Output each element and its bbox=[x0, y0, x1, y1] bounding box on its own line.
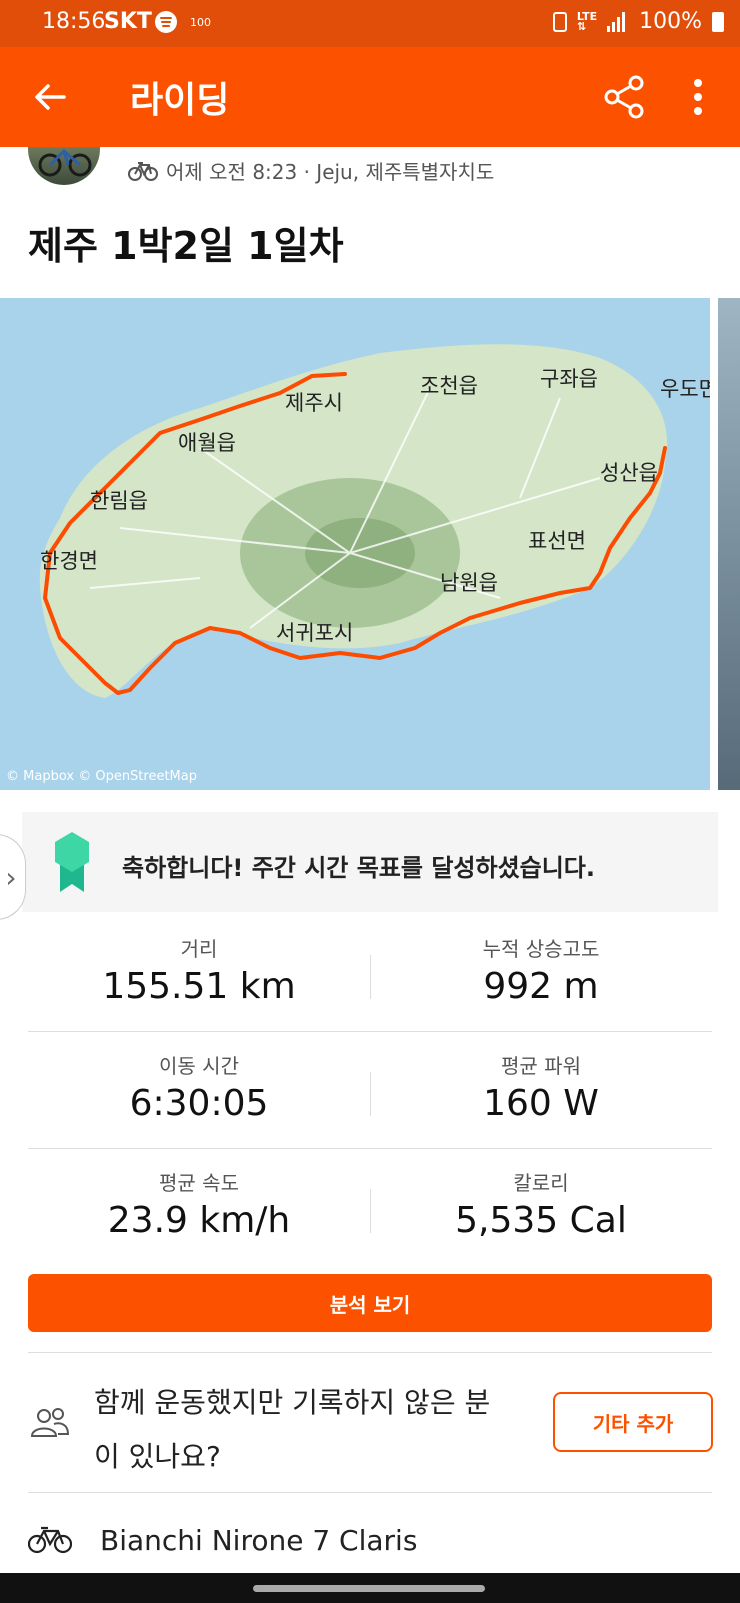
status-time: 18:56 bbox=[42, 9, 106, 34]
lte-icon: LTE ⇅ bbox=[576, 9, 598, 33]
status-small-text: 100 bbox=[190, 16, 211, 29]
app-bar: 라이딩 bbox=[0, 47, 740, 147]
map-label: 우도면 bbox=[660, 377, 710, 401]
stat-value: 23.9 km/h bbox=[107, 1200, 291, 1241]
stat-value: 155.51 km bbox=[102, 966, 296, 1007]
activity-title: 제주 1박2일 1일차 bbox=[28, 224, 344, 268]
stat-label: 평균 속도 bbox=[159, 1171, 239, 1195]
map-label: 남원읍 bbox=[440, 571, 498, 595]
map-label: 서귀포시 bbox=[276, 621, 353, 645]
signal-icon bbox=[607, 11, 629, 32]
stat-distance: 거리 155.51 km bbox=[28, 933, 370, 1007]
map-label: 애월읍 bbox=[178, 431, 236, 455]
map-canvas: 제주시 조천읍 구좌읍 우도면 애월읍 한림읍 성산읍 한경면 표선면 남원읍 … bbox=[39, 344, 710, 698]
map-attribution: © Mapbox © OpenStreetMap bbox=[6, 769, 197, 784]
system-nav-bar bbox=[0, 1573, 740, 1603]
more-options-icon[interactable] bbox=[686, 73, 710, 121]
stat-value: 5,535 Cal bbox=[455, 1200, 627, 1241]
stat-label: 이동 시간 bbox=[159, 1054, 239, 1078]
vibrate-icon bbox=[552, 11, 567, 32]
stat-value: 160 W bbox=[483, 1083, 599, 1124]
status-bar: 18:56 SKT 100 LTE ⇅ 100% bbox=[0, 0, 740, 47]
add-others-section: 함께 운동했지만 기록하지 않은 분이 있나요? 기타 추가 bbox=[28, 1370, 713, 1490]
stat-value: 992 m bbox=[483, 966, 599, 1007]
stat-elevation: 누적 상승고도 992 m bbox=[370, 933, 712, 1007]
stat-value: 6:30:05 bbox=[129, 1083, 269, 1124]
stat-label: 칼로리 bbox=[513, 1171, 569, 1195]
mountain-peak bbox=[305, 518, 415, 588]
share-icon[interactable] bbox=[600, 73, 648, 121]
bike-icon bbox=[128, 161, 158, 181]
map-label: 제주시 bbox=[285, 391, 343, 415]
battery-percent: 100% bbox=[639, 9, 702, 34]
stat-label: 누적 상승고도 bbox=[482, 937, 600, 961]
divider bbox=[28, 1492, 712, 1493]
stats-row: 거리 155.51 km 누적 상승고도 992 m bbox=[28, 915, 712, 1032]
map-label: 구좌읍 bbox=[540, 367, 598, 391]
map-label: 한경면 bbox=[40, 549, 98, 573]
gear-row[interactable]: Bianchi Nirone 7 Claris bbox=[28, 1510, 712, 1570]
stats-row: 평균 속도 23.9 km/h 칼로리 5,535 Cal bbox=[28, 1149, 712, 1265]
status-carrier: SKT bbox=[104, 9, 152, 34]
divider bbox=[28, 1352, 712, 1353]
spotify-icon bbox=[155, 11, 177, 33]
activity-meta: 어제 오전 8:23 · Jeju, 제주특별자치도 bbox=[128, 156, 494, 185]
stats-grid: 거리 155.51 km 누적 상승고도 992 m 이동 시간 6:30:05… bbox=[28, 915, 712, 1265]
back-arrow-icon[interactable] bbox=[30, 77, 70, 117]
achievement-text: 축하합니다! 주간 시간 목표를 달성하셨습니다. bbox=[122, 854, 596, 882]
people-icon bbox=[30, 1408, 70, 1437]
avatar[interactable] bbox=[28, 147, 100, 185]
add-others-prompt: 함께 운동했지만 기록하지 않은 분이 있나요? bbox=[94, 1386, 491, 1473]
map-label: 성산읍 bbox=[600, 461, 658, 485]
gear-name: Bianchi Nirone 7 Claris bbox=[100, 1524, 418, 1557]
view-analysis-button[interactable]: 분석 보기 bbox=[28, 1274, 712, 1332]
bike-icon bbox=[28, 1526, 72, 1554]
map-label: 조천읍 bbox=[420, 374, 478, 398]
stat-label: 거리 bbox=[180, 937, 218, 961]
stat-avg-speed: 평균 속도 23.9 km/h bbox=[28, 1167, 370, 1241]
achievement-badge-icon bbox=[55, 832, 89, 892]
avatar-bike-icon bbox=[38, 148, 92, 177]
achievement-banner[interactable]: 축하합니다! 주간 시간 목표를 달성하셨습니다. bbox=[22, 812, 718, 912]
route-map[interactable]: 제주시 조천읍 구좌읍 우도면 애월읍 한림읍 성산읍 한경면 표선면 남원읍 … bbox=[0, 298, 710, 790]
stat-avg-power: 평균 파워 160 W bbox=[370, 1050, 712, 1124]
stat-moving-time: 이동 시간 6:30:05 bbox=[28, 1050, 370, 1124]
map-label: 한림읍 bbox=[90, 489, 148, 513]
add-others-button[interactable]: 기타 추가 bbox=[553, 1392, 713, 1452]
page-title: 라이딩 bbox=[130, 80, 230, 121]
activity-date-location: 어제 오전 8:23 · Jeju, 제주특별자치도 bbox=[166, 160, 495, 184]
next-photo-preview[interactable] bbox=[718, 298, 740, 790]
battery-icon bbox=[712, 11, 724, 32]
map-label: 표선면 bbox=[528, 529, 586, 553]
stats-row: 이동 시간 6:30:05 평균 파워 160 W bbox=[28, 1032, 712, 1149]
status-right: LTE ⇅ 100% bbox=[552, 9, 724, 34]
home-gesture-pill[interactable] bbox=[253, 1585, 485, 1592]
stat-label: 평균 파워 bbox=[501, 1054, 581, 1078]
stat-calories: 칼로리 5,535 Cal bbox=[370, 1167, 712, 1241]
